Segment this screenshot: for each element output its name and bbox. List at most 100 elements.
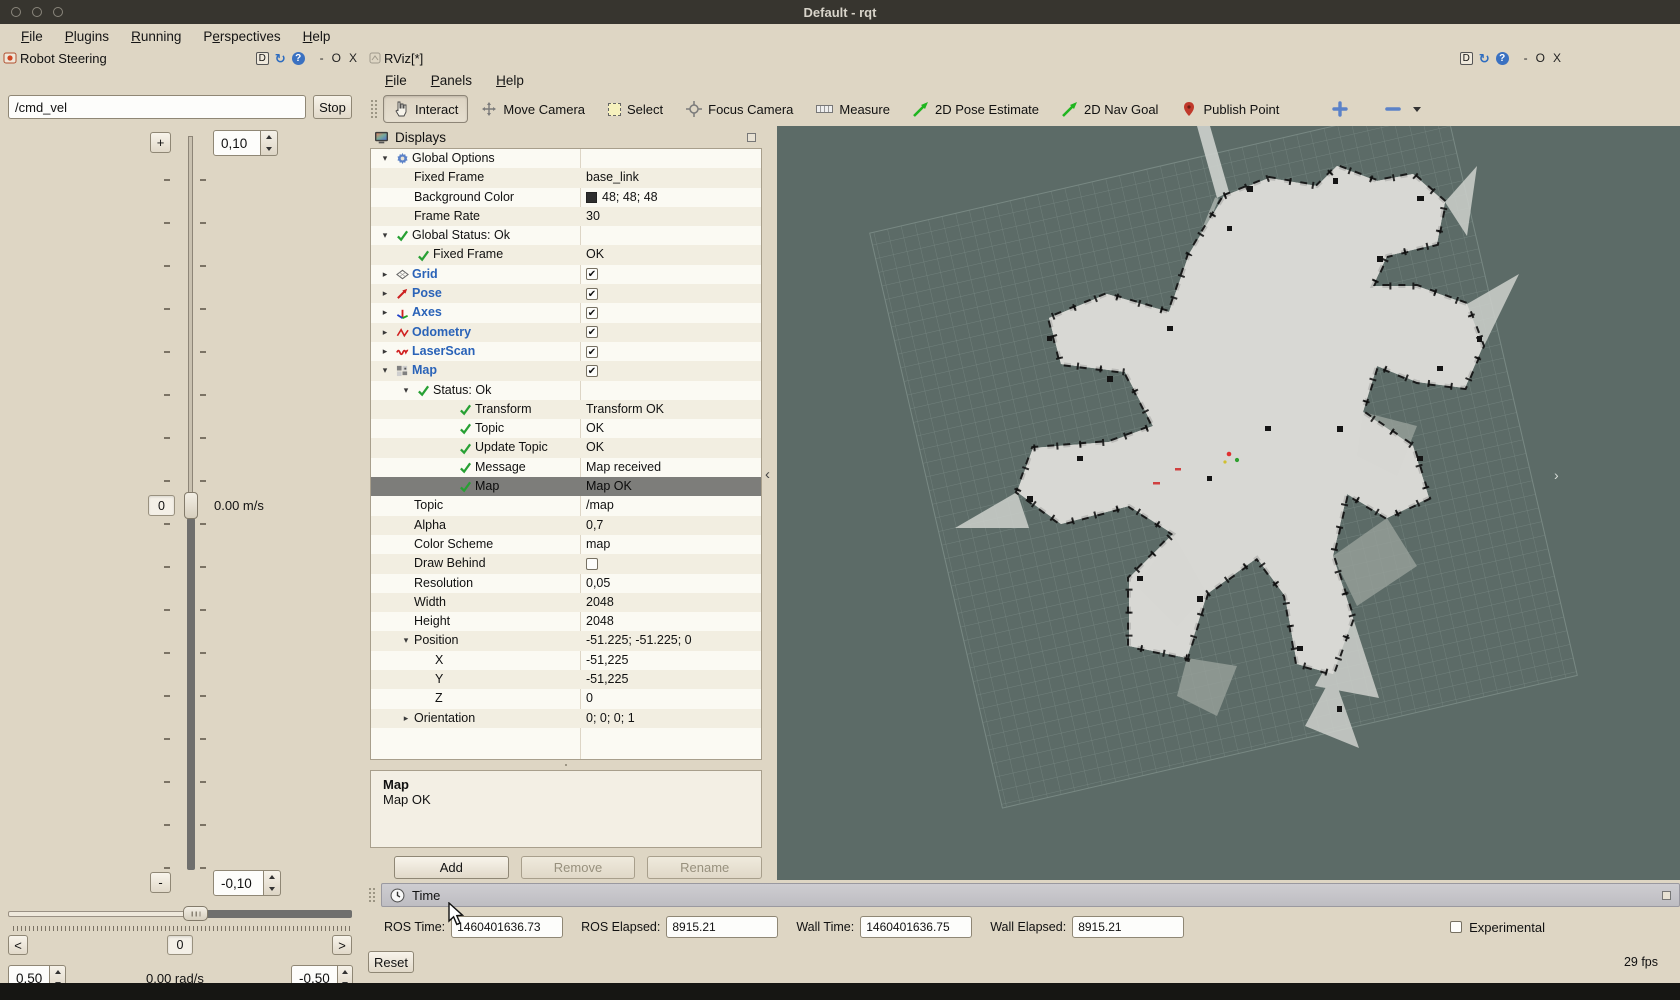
help-icon[interactable]: ? [1496, 52, 1509, 65]
spin-down-icon[interactable] [261, 143, 277, 155]
checkbox-checked[interactable]: ✔ [586, 307, 598, 319]
tool-select[interactable]: Select [598, 96, 673, 123]
tool-publish-point[interactable]: Publish Point [1171, 95, 1289, 123]
tree-row-y[interactable]: Y-51,225 [371, 670, 761, 689]
tree-row-orientation[interactable]: ▸Orientation0; 0; 0; 1 [371, 709, 761, 728]
tree-row-laserscan[interactable]: ▸LaserScan✔ [371, 342, 761, 361]
tree-row-transform[interactable]: TransformTransform OK [371, 400, 761, 419]
spin-up-icon[interactable] [338, 966, 352, 978]
linear-slider-groove[interactable] [188, 136, 193, 494]
linear-slider-fill[interactable] [187, 518, 195, 870]
refresh-icon[interactable]: ↻ [275, 52, 286, 65]
tool-move-camera[interactable]: Move Camera [471, 95, 595, 123]
checkbox-checked[interactable]: ✔ [586, 326, 598, 338]
dock-close-button[interactable]: X [348, 51, 358, 65]
tree-row-draw-behind[interactable]: Draw Behind [371, 554, 761, 573]
tool-plus-icon[interactable] [1322, 95, 1358, 123]
ros-time-field[interactable]: 1460401636.73 [451, 916, 563, 938]
cmd-vel-topic-input[interactable]: /cmd_vel [8, 95, 306, 119]
render-viewport[interactable]: › [777, 126, 1680, 880]
tree-row-map[interactable]: MapMap OK [371, 477, 761, 496]
time-panel-grip[interactable] [368, 887, 377, 903]
tool-minus-icon[interactable] [1375, 95, 1431, 123]
expander-closed-icon[interactable]: ▸ [377, 265, 393, 284]
tree-row-global-status-ok[interactable]: ▾Global Status: Ok [371, 226, 761, 245]
angular-right-button[interactable]: > [332, 935, 352, 955]
tree-row-width[interactable]: Width2048 [371, 593, 761, 612]
tree-row-fixed-frame[interactable]: Fixed Framebase_link [371, 168, 761, 187]
toolbar-grip[interactable] [370, 99, 379, 119]
checkbox-checked[interactable]: ✔ [586, 346, 598, 358]
expand-right-icon[interactable]: › [1554, 467, 1559, 483]
tree-row-alpha[interactable]: Alpha0,7 [371, 516, 761, 535]
checkbox-checked[interactable]: ✔ [586, 365, 598, 377]
tree-row-height[interactable]: Height2048 [371, 612, 761, 631]
tool-2d-pose-estimate[interactable]: 2D Pose Estimate [903, 95, 1049, 123]
displays-viewport-splitter[interactable]: ‹ [762, 126, 777, 880]
dock-minimize-button[interactable]: - [319, 51, 325, 65]
tree-row-message[interactable]: MessageMap received [371, 458, 761, 477]
checkbox-unchecked[interactable] [586, 558, 598, 570]
spin-up-icon[interactable] [261, 131, 277, 143]
tree-row-fixed-frame[interactable]: Fixed FrameOK [371, 245, 761, 264]
expander-closed-icon[interactable]: ▸ [398, 709, 414, 728]
tree-row-map[interactable]: ▾Map✔ [371, 361, 761, 380]
menu-running[interactable]: Running [122, 27, 190, 46]
tree-row-frame-rate[interactable]: Frame Rate30 [371, 207, 761, 226]
checkbox-checked[interactable]: ✔ [586, 268, 598, 280]
spin-down-icon[interactable] [264, 883, 280, 895]
linear-slider-handle[interactable] [184, 492, 198, 519]
tree-row-odometry[interactable]: ▸Odometry✔ [371, 323, 761, 342]
spin-arrows[interactable] [264, 870, 281, 896]
tree-row-position[interactable]: ▾Position-51.225; -51.225; 0 [371, 631, 761, 650]
expander-closed-icon[interactable]: ▸ [377, 303, 393, 322]
expander-open-icon[interactable]: ▾ [377, 149, 393, 168]
dock-d-button[interactable]: D [256, 52, 269, 65]
help-icon[interactable]: ? [292, 52, 305, 65]
menu-file[interactable]: File [12, 27, 52, 46]
tree-row-status-ok[interactable]: ▾Status: Ok [371, 381, 761, 400]
tree-row-x[interactable]: X-51,225 [371, 651, 761, 670]
tool-measure[interactable]: Measure [806, 96, 900, 123]
tree-row-z[interactable]: Z0 [371, 689, 761, 708]
menu-help[interactable]: Help [294, 27, 340, 46]
reset-button[interactable]: Reset [368, 951, 414, 973]
linear-min-spinbox[interactable]: -0,10 [213, 870, 281, 896]
spin-arrows[interactable] [261, 130, 278, 156]
add-display-button[interactable]: Add [394, 856, 509, 879]
dock-float-button[interactable]: O [331, 51, 342, 65]
menu-perspectives[interactable]: Perspectives [194, 27, 289, 46]
menu-plugins[interactable]: Plugins [56, 27, 118, 46]
refresh-icon[interactable]: ↻ [1479, 52, 1490, 65]
expander-closed-icon[interactable]: ▸ [377, 323, 393, 342]
spin-up-icon[interactable] [50, 966, 65, 978]
expander-open-icon[interactable]: ▾ [398, 631, 414, 650]
expander-closed-icon[interactable]: ▸ [377, 284, 393, 303]
tree-row-background-color[interactable]: Background Color48; 48; 48 [371, 188, 761, 207]
expander-closed-icon[interactable]: ▸ [377, 342, 393, 361]
rviz-menu-panels[interactable]: Panels [422, 71, 481, 90]
angular-slider-handle[interactable] [183, 906, 208, 921]
dock-minimize-button[interactable]: - [1523, 51, 1529, 65]
stop-button[interactable]: Stop [313, 95, 352, 119]
tool-interact[interactable]: Interact [383, 95, 468, 123]
tree-row-global-options[interactable]: ▾Global Options [371, 149, 761, 168]
expander-open-icon[interactable]: ▾ [377, 361, 393, 380]
experimental-toggle[interactable]: Experimental [1450, 920, 1545, 935]
collapse-left-icon[interactable]: ‹ [765, 466, 770, 483]
checkbox-checked[interactable]: ✔ [586, 288, 598, 300]
dock-float-button[interactable]: O [1535, 51, 1546, 65]
tool-focus-camera[interactable]: Focus Camera [676, 95, 803, 123]
ros-elapsed-field[interactable]: 8915.21 [666, 916, 778, 938]
tree-row-grid[interactable]: ▸Grid✔ [371, 265, 761, 284]
spin-up-icon[interactable] [264, 871, 280, 883]
displays-float-button[interactable] [747, 133, 756, 142]
chevron-down-icon[interactable] [1413, 107, 1421, 112]
tree-help-splitter[interactable] [536, 760, 596, 770]
tree-row-axes[interactable]: ▸Axes✔ [371, 303, 761, 322]
wall-elapsed-field[interactable]: 8915.21 [1072, 916, 1184, 938]
tree-row-color-scheme[interactable]: Color Schememap [371, 535, 761, 554]
dock-d-button[interactable]: D [1460, 52, 1473, 65]
angular-slider-fill[interactable] [206, 910, 352, 918]
linear-decrease-button[interactable]: - [150, 872, 171, 893]
